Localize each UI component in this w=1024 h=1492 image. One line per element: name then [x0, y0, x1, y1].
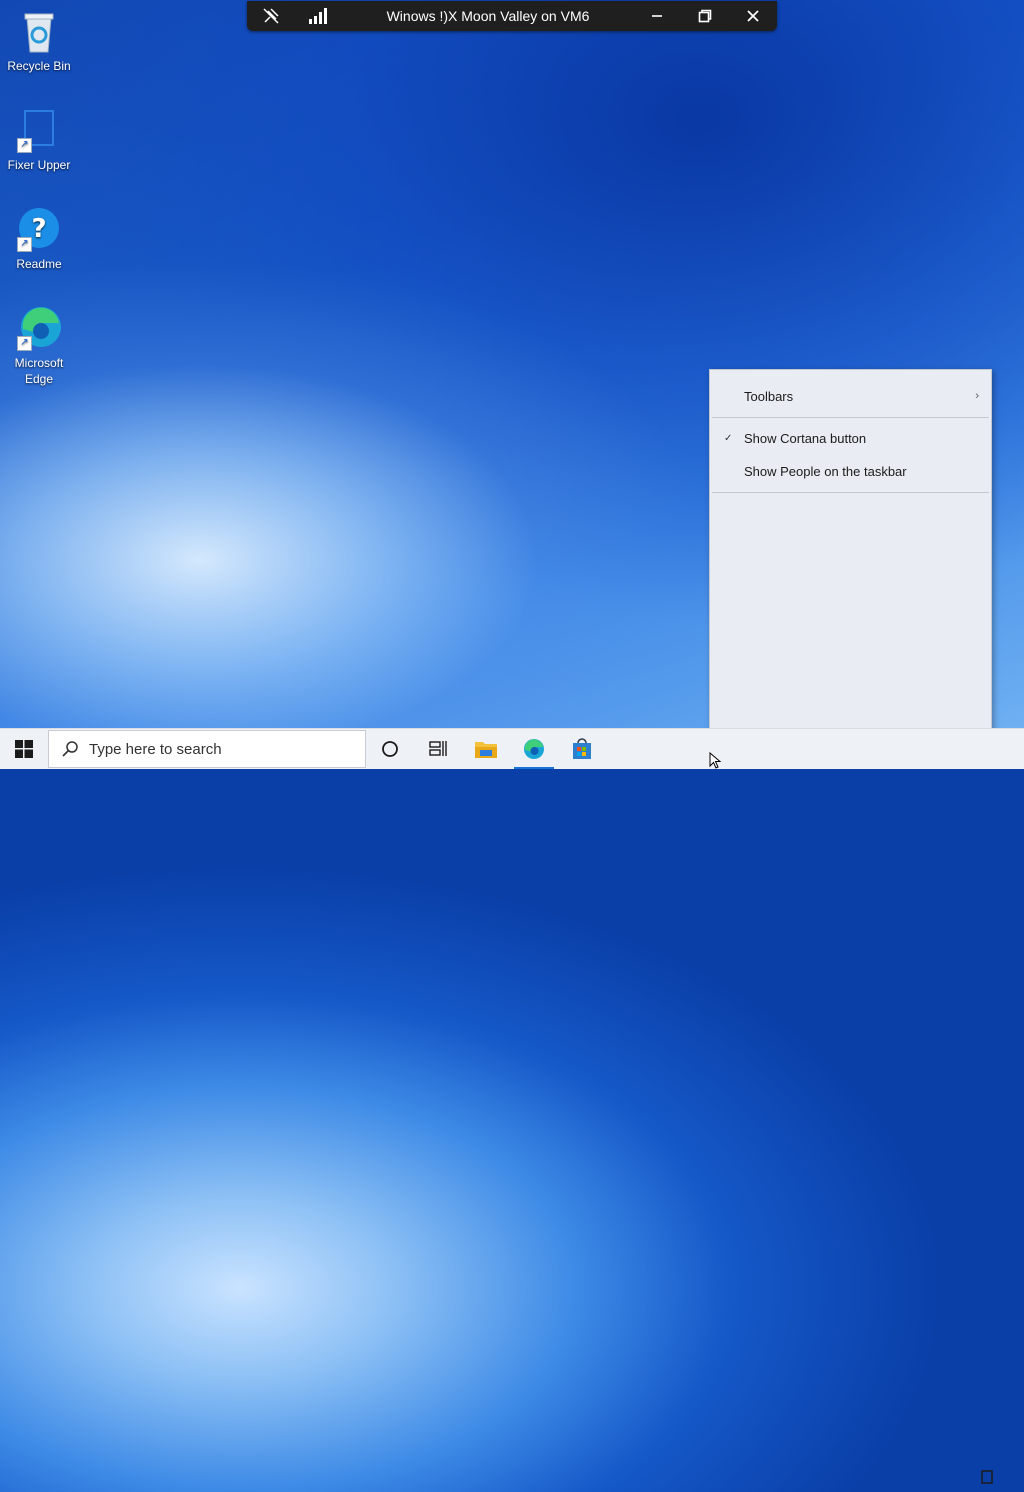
menu-item-show-cortana-button[interactable]: ✓ Show Cortana button [710, 422, 991, 455]
store-icon [573, 738, 591, 759]
desktop-icon-fixer-upper[interactable]: ↗ Fixer Upper [0, 107, 78, 173]
file-explorer-icon [475, 742, 497, 758]
menu-item-label: Toolbars [744, 389, 794, 404]
restore-icon[interactable] [681, 1, 729, 31]
menu-separator [712, 417, 989, 418]
desktop-icon-label: Recycle Bin [7, 59, 71, 73]
edge-icon [524, 739, 544, 759]
recycle-bin-icon [15, 8, 63, 56]
edge-icon: ↗ [15, 305, 63, 353]
desktop-icon-label: Microsoft Edge [14, 356, 64, 386]
menu-item-label: Show Cortana button [744, 431, 867, 446]
check-icon: ✓ [724, 433, 733, 444]
cortana-button[interactable] [366, 729, 414, 769]
task-view-icon [429, 741, 447, 756]
menu-item-toolbars[interactable]: Toolbars › [710, 380, 991, 413]
search-box[interactable]: Type here to search [48, 730, 366, 768]
desktop-icon-readme[interactable]: ? ↗ Readme [0, 206, 78, 272]
shortcut-arrow-icon: ↗ [17, 237, 32, 252]
svg-text:?: ? [31, 214, 46, 244]
file-explorer-button[interactable] [462, 729, 510, 769]
help-icon: ? ↗ [15, 206, 63, 254]
vm-connection-bar: Winows !)X Moon Valley on VM6 [247, 1, 777, 31]
desktop-icon-label: Readme [16, 257, 62, 271]
cortana-icon [382, 741, 398, 757]
taskbar: Type here to search [0, 728, 1024, 1484]
vm-title: Winows !)X Moon Valley on VM6 [386, 8, 590, 24]
shortcut-arrow-icon: ↗ [17, 336, 32, 351]
shortcut-arrow-icon: ↗ [17, 138, 32, 153]
desktop-icon-microsoft-edge[interactable]: ↗ Microsoft Edge [0, 305, 78, 387]
signal-bars-icon[interactable] [295, 1, 343, 31]
search-placeholder: Type here to search [89, 740, 222, 758]
menu-item-label: Show People on the taskbar [744, 464, 907, 479]
mouse-cursor-icon [709, 751, 723, 775]
app-icon: ↗ [15, 107, 63, 155]
start-button[interactable] [0, 729, 48, 769]
desktop-icon-recycle-bin[interactable]: Recycle Bin [0, 8, 78, 74]
task-view-button[interactable] [414, 729, 462, 769]
start-icon [15, 740, 33, 758]
store-button[interactable] [558, 729, 606, 769]
edge-taskbar-button[interactable] [510, 729, 558, 769]
menu-item-show-people[interactable]: Show People on the taskbar [710, 455, 991, 488]
minimize-icon[interactable] [633, 1, 681, 31]
menu-separator [712, 492, 989, 493]
taskbar-context-menu: Toolbars › ✓ Show Cortana button Show Pe… [709, 369, 992, 753]
close-icon[interactable] [729, 1, 777, 31]
chevron-right-icon: › [975, 390, 979, 402]
notification-icon[interactable] [980, 1465, 994, 1487]
pin-off-icon[interactable] [247, 1, 295, 31]
desktop-icon-label: Fixer Upper [7, 158, 71, 172]
search-icon [62, 741, 78, 757]
